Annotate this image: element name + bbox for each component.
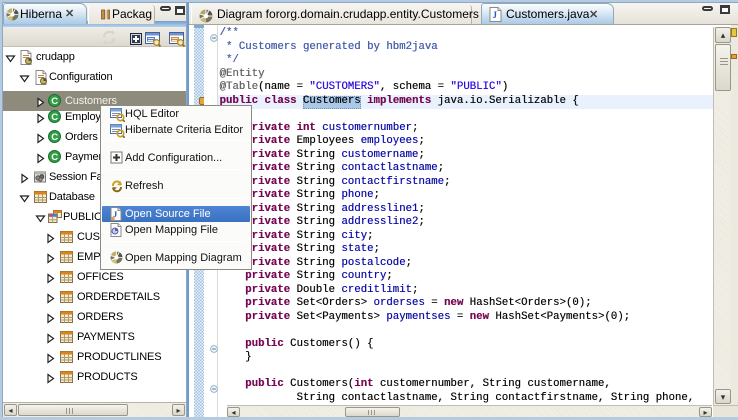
svg-text:C: C xyxy=(51,152,58,163)
svg-text:C: C xyxy=(51,132,58,143)
svg-text:C: C xyxy=(51,96,58,107)
svg-text:J: J xyxy=(493,10,498,20)
svg-text:C: C xyxy=(51,112,58,123)
